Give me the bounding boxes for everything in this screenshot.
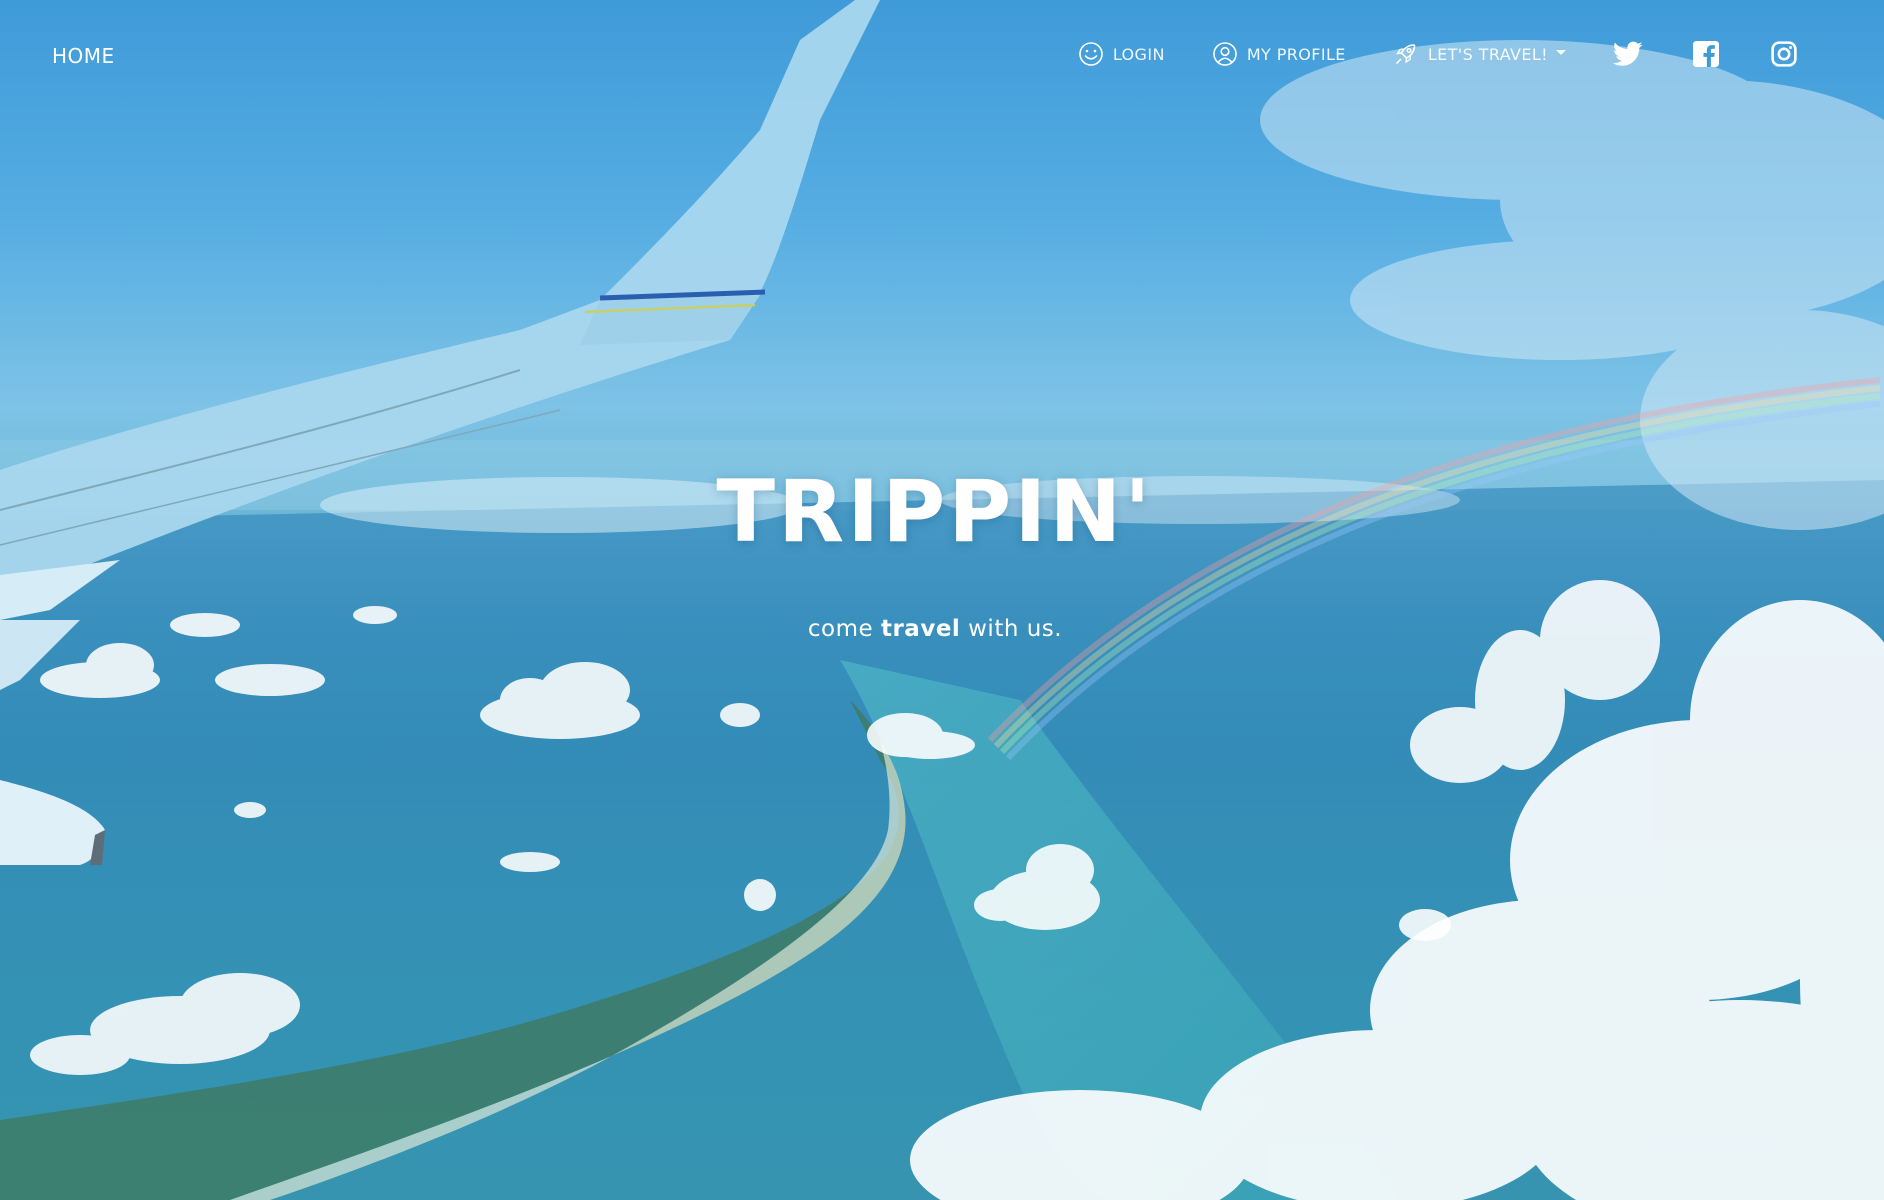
- nav-right-group: LOGIN MY PROFILE LET'S TRAVEL!: [1077, 38, 1800, 70]
- hero-section: HOME LOGIN MY PROFILE LET'S TRAVEL! TRIP…: [0, 0, 1884, 1200]
- nav-my-profile-link[interactable]: MY PROFILE: [1211, 40, 1346, 68]
- top-navbar: HOME LOGIN MY PROFILE LET'S TRAVEL!: [0, 0, 1884, 114]
- smiley-icon: [1077, 40, 1105, 68]
- background-image: [0, 0, 1884, 1200]
- nav-my-profile-label: MY PROFILE: [1246, 44, 1346, 64]
- instagram-icon[interactable]: [1768, 38, 1800, 70]
- nav-lets-travel-label: LET'S TRAVEL!: [1427, 44, 1548, 64]
- chevron-down-icon: [1556, 49, 1566, 55]
- twitter-icon[interactable]: [1612, 38, 1644, 70]
- facebook-icon[interactable]: [1690, 38, 1722, 70]
- user-circle-icon: [1211, 40, 1239, 68]
- nav-lets-travel-dropdown[interactable]: LET'S TRAVEL!: [1392, 40, 1566, 68]
- tagline-pre: come: [807, 616, 874, 642]
- nav-login-link[interactable]: LOGIN: [1077, 40, 1165, 68]
- hero-tagline: come travel with us.: [0, 616, 1870, 642]
- rocket-icon: [1392, 40, 1420, 68]
- tagline-emphasis: travel: [880, 616, 961, 642]
- nav-home-link[interactable]: HOME: [52, 44, 115, 68]
- tagline-post: with us.: [968, 616, 1063, 642]
- nav-login-label: LOGIN: [1112, 44, 1165, 64]
- hero-title: TRIPPIN': [716, 462, 1154, 562]
